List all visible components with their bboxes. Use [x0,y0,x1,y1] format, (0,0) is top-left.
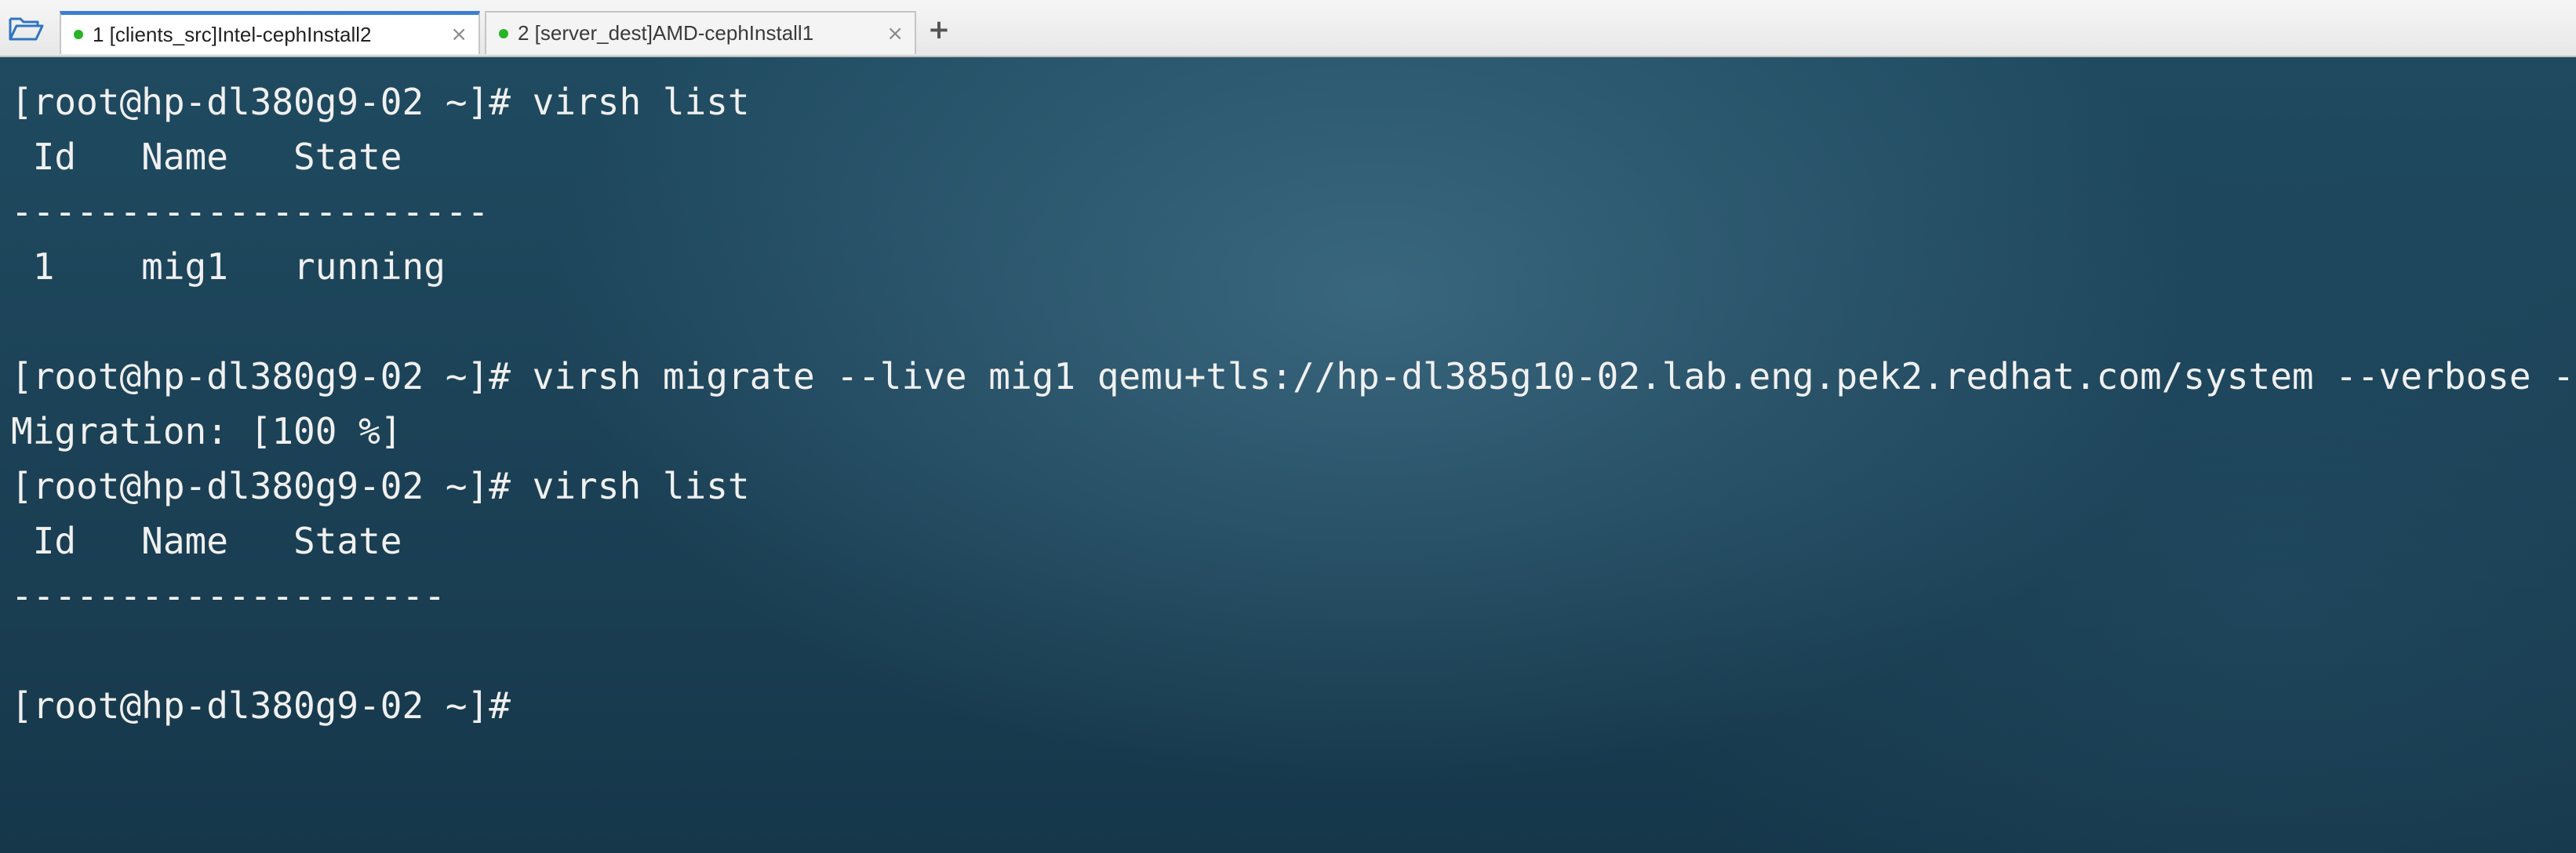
terminal-line: [root@hp-dl380g9-02 ~]# virsh list [11,81,750,123]
connected-status-icon [499,28,508,38]
terminal-line: [root@hp-dl380g9-02 ~]# virsh migrate --… [11,355,2576,397]
terminal-line: ---------------------- [11,191,489,233]
terminal-line: 1 mig1 running [11,245,446,288]
new-tab-button[interactable]: + [924,14,954,45]
terminal-line: -------------------- [11,575,446,617]
open-session-button[interactable] [6,13,45,44]
connected-status-icon [74,30,83,39]
close-tab-icon[interactable]: × [886,22,904,45]
terminal-line: Migration: [100 %] [11,410,402,452]
terminal-output: [root@hp-dl380g9-02 ~]# virsh list Id Na… [11,74,2576,733]
close-tab-icon[interactable]: × [450,23,468,46]
terminal-line: Id Name State [11,520,402,562]
terminal-pane[interactable]: [root@hp-dl380g9-02 ~]# virsh list Id Na… [0,57,2576,853]
tab-server-dest[interactable]: 2 [server_dest]AMD-cephInstall1 × [485,11,916,54]
terminal-line: [root@hp-dl380g9-02 ~]# virsh list [11,465,750,507]
tab-label: 2 [server_dest]AMD-cephInstall1 [518,21,814,45]
tab-clients-src[interactable]: 1 [clients_src]Intel-cephInstall2 × [60,11,480,54]
tab-label: 1 [clients_src]Intel-cephInstall2 [93,22,372,46]
terminal-line: Id Name State [11,136,402,178]
terminal-prompt[interactable]: [root@hp-dl380g9-02 ~]# [11,678,2576,733]
tab-bar: 1 [clients_src]Intel-cephInstall2 × 2 [s… [0,0,2576,57]
folder-open-icon [9,17,44,41]
